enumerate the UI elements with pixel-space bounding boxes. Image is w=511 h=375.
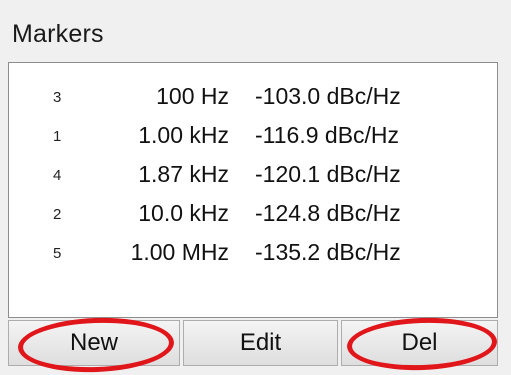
list-item[interactable]: 2 10.0 kHz -124.8 dBc/Hz bbox=[9, 194, 497, 234]
marker-value: -124.8 dBc/Hz bbox=[255, 200, 401, 226]
marker-frequency: 100 Hz bbox=[156, 83, 229, 109]
marker-frequency: 10.0 kHz bbox=[138, 200, 229, 226]
marker-index: 3 bbox=[53, 89, 62, 106]
list-item[interactable]: 5 1.00 MHz -135.2 dBc/Hz bbox=[9, 233, 497, 273]
marker-frequency: 1.87 kHz bbox=[138, 161, 229, 187]
marker-frequency: 1.00 kHz bbox=[138, 122, 229, 148]
button-bar: New Edit Del bbox=[8, 320, 498, 366]
edit-button[interactable]: Edit bbox=[183, 320, 338, 366]
marker-index: 5 bbox=[53, 245, 62, 262]
panel-title: Markers bbox=[12, 20, 104, 48]
new-button[interactable]: New bbox=[8, 320, 180, 366]
marker-value: -135.2 dBc/Hz bbox=[255, 239, 401, 265]
marker-index: 4 bbox=[53, 167, 62, 184]
markers-list[interactable]: 3 100 Hz -103.0 dBc/Hz 1 1.00 kHz -116.9… bbox=[8, 62, 498, 318]
marker-frequency: 1.00 MHz bbox=[130, 239, 229, 265]
marker-value: -103.0 dBc/Hz bbox=[255, 83, 401, 109]
marker-value: -120.1 dBc/Hz bbox=[255, 161, 401, 187]
delete-button[interactable]: Del bbox=[341, 320, 498, 366]
list-item[interactable]: 1 1.00 kHz -116.9 dBc/Hz bbox=[9, 116, 497, 156]
markers-panel: Markers 3 100 Hz -103.0 dBc/Hz 1 1.00 kH… bbox=[0, 0, 511, 375]
marker-value: -116.9 dBc/Hz bbox=[255, 122, 400, 148]
list-item[interactable]: 3 100 Hz -103.0 dBc/Hz bbox=[9, 77, 497, 117]
marker-index: 1 bbox=[53, 128, 62, 145]
marker-index: 2 bbox=[53, 206, 62, 223]
list-item[interactable]: 4 1.87 kHz -120.1 dBc/Hz bbox=[9, 155, 497, 195]
